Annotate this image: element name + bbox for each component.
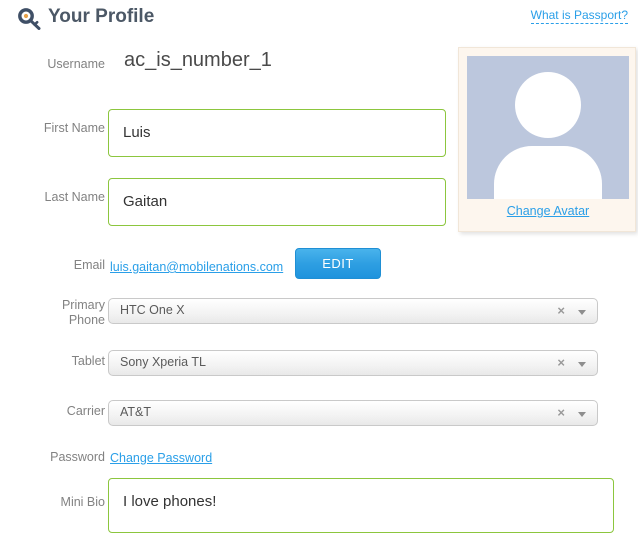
primary-phone-clear-icon[interactable]: × (557, 303, 565, 319)
email-value-link[interactable]: luis.gaitan@mobilenations.com (110, 260, 283, 274)
last-name-input[interactable]: Gaitan (108, 178, 446, 226)
username-value: ac_is_number_1 (124, 49, 272, 71)
tablet-value: Sony Xperia TL (120, 355, 206, 369)
primary-phone-label-line2: Phone (68, 313, 105, 327)
what-is-passport-link[interactable]: What is Passport? (530, 8, 628, 24)
profile-page: Your Profile What is Passport? Username … (0, 0, 638, 540)
primary-phone-select[interactable]: HTC One X × (108, 298, 598, 324)
page-title: Your Profile (48, 6, 155, 27)
avatar[interactable] (467, 56, 629, 199)
change-avatar-link[interactable]: Change Avatar (459, 204, 637, 218)
carrier-clear-icon[interactable]: × (557, 405, 565, 421)
first-name-label: First Name (43, 121, 105, 135)
change-password-link[interactable]: Change Password (110, 451, 212, 465)
mini-bio-label: Mini Bio (60, 495, 105, 509)
tablet-label: Tablet (71, 354, 105, 368)
primary-phone-label-line1: Primary (61, 298, 105, 312)
page-header: Your Profile What is Passport? (0, 0, 638, 36)
chevron-down-icon[interactable] (578, 362, 586, 367)
primary-phone-label: Primary Phone (0, 298, 105, 328)
tablet-select[interactable]: Sony Xperia TL × (108, 350, 598, 376)
first-name-input[interactable]: Luis (108, 109, 446, 157)
user-silhouette-icon (515, 72, 581, 138)
edit-email-button[interactable]: EDIT (295, 248, 381, 279)
carrier-value: AT&T (120, 405, 152, 419)
chevron-down-icon[interactable] (578, 412, 586, 417)
user-silhouette-body (494, 146, 602, 199)
mini-bio-textarea[interactable]: I love phones! (108, 478, 614, 533)
key-icon (18, 8, 42, 30)
last-name-label: Last Name (44, 190, 105, 204)
avatar-card: Change Avatar (458, 47, 636, 232)
primary-phone-value: HTC One X (120, 303, 185, 317)
chevron-down-icon[interactable] (578, 310, 586, 315)
carrier-select[interactable]: AT&T × (108, 400, 598, 426)
tablet-clear-icon[interactable]: × (557, 355, 565, 371)
password-label: Password (50, 450, 105, 464)
email-label: Email (73, 258, 105, 272)
carrier-label: Carrier (66, 404, 105, 418)
username-label: Username (47, 57, 105, 71)
